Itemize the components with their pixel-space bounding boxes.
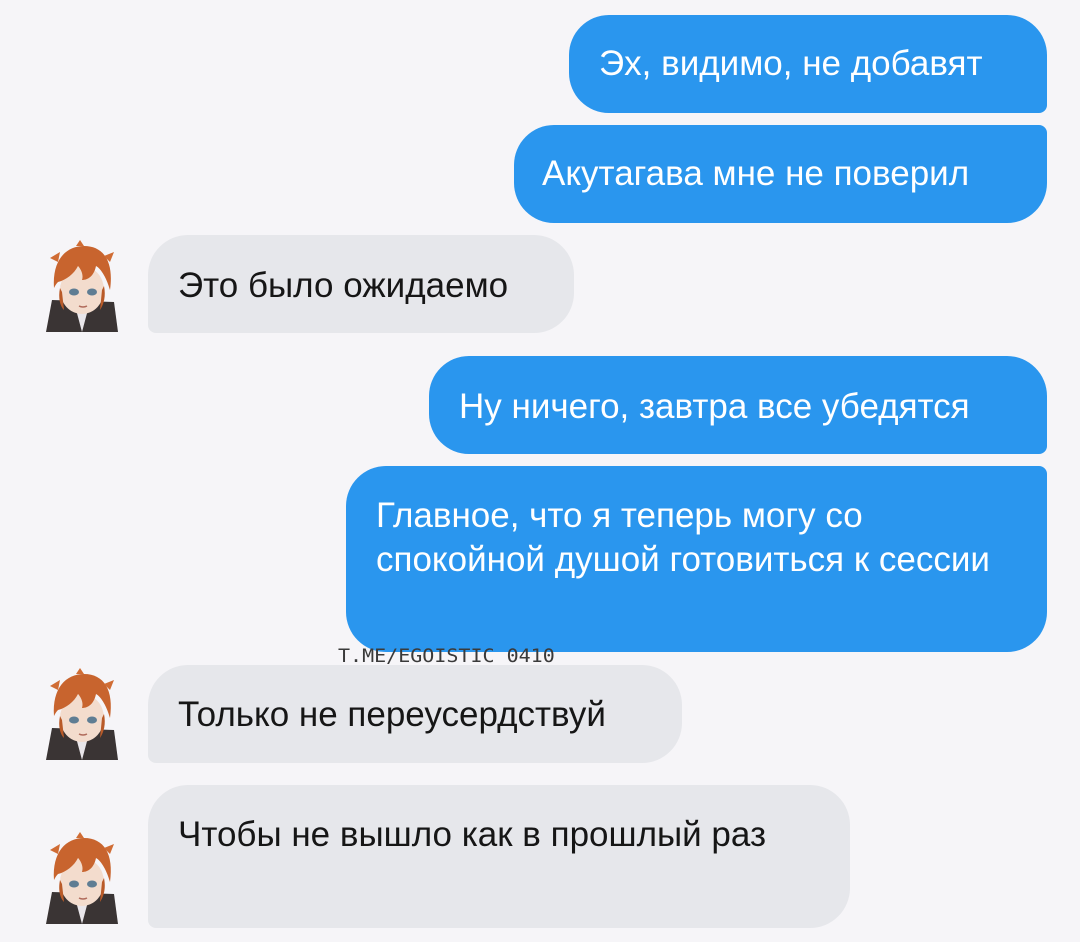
message-text: Эх, видимо, не добавят xyxy=(599,44,983,83)
contact-avatar[interactable] xyxy=(44,240,118,332)
message-text: Акутагава мне не поверил xyxy=(542,154,970,193)
message-text: Чтобы не вышло как в прошлый раз xyxy=(178,815,767,854)
message-bubble-outgoing[interactable]: Акутагава мне не поверил xyxy=(514,125,1047,223)
message-text: Это было ожидаемо xyxy=(178,266,509,305)
message-bubble-outgoing[interactable]: Эх, видимо, не добавят xyxy=(569,15,1047,113)
message-bubble-incoming[interactable]: Только не переусердствуй xyxy=(148,665,682,763)
message-bubble-incoming[interactable]: Это было ожидаемо xyxy=(148,235,574,333)
contact-avatar[interactable] xyxy=(44,832,118,924)
chat-thread: Эх, видимо, не добавят Акутагава мне не … xyxy=(0,0,1080,942)
contact-avatar[interactable] xyxy=(44,668,118,760)
message-text: Ну ничего, завтра все убедятся xyxy=(459,387,970,426)
message-text: Главное, что я теперь могу со спокойной … xyxy=(376,496,990,579)
anime-boy-avatar-icon xyxy=(46,240,118,332)
anime-boy-avatar-icon xyxy=(46,668,118,760)
message-bubble-outgoing[interactable]: Главное, что я теперь могу со спокойной … xyxy=(346,466,1047,652)
message-bubble-outgoing[interactable]: Ну ничего, завтра все убедятся xyxy=(429,356,1047,454)
anime-boy-avatar-icon xyxy=(46,832,118,924)
message-bubble-incoming[interactable]: Чтобы не вышло как в прошлый раз xyxy=(148,785,850,928)
message-text: Только не переусердствуй xyxy=(178,695,606,734)
watermark: T.ME/EGOISTIC_0410 xyxy=(338,644,555,667)
